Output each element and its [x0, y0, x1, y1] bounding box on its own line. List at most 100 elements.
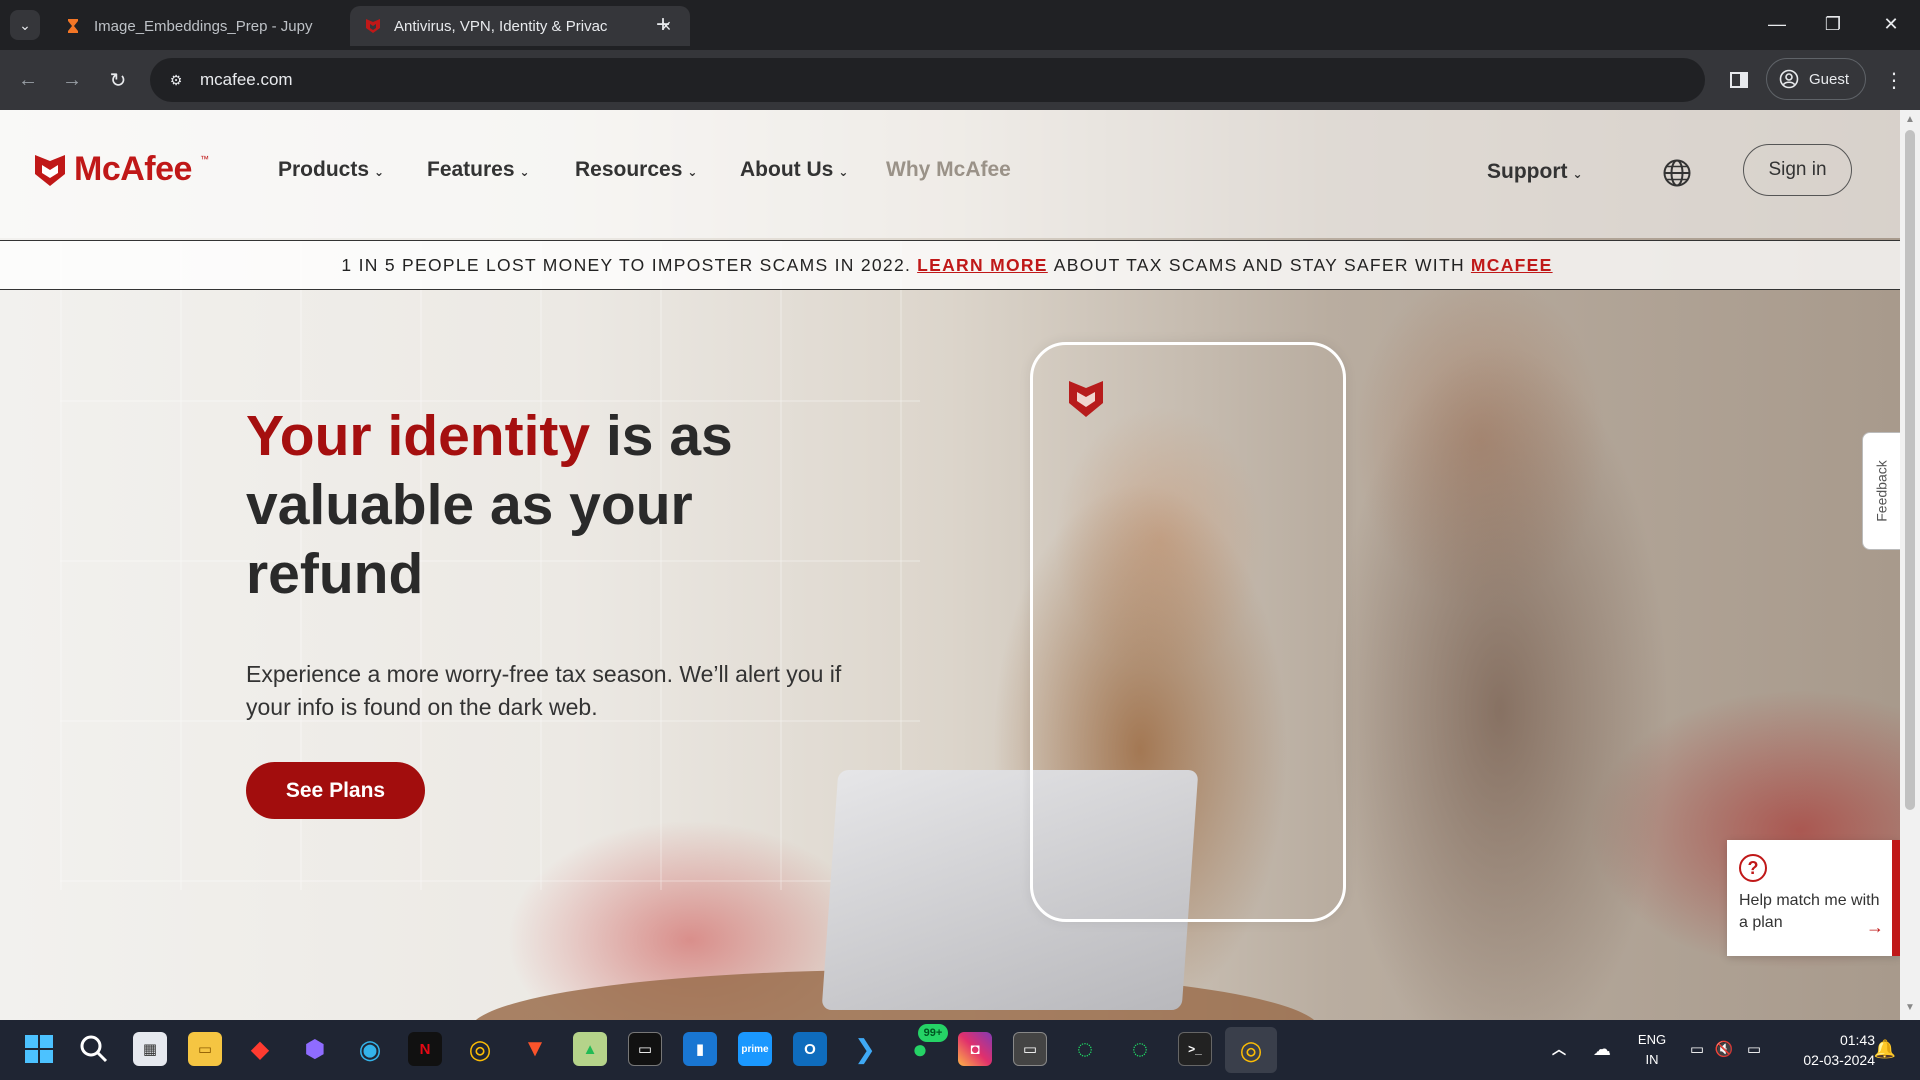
brave-icon[interactable]: ▼: [518, 1032, 552, 1066]
date-text: 02-03-2024: [1803, 1052, 1875, 1068]
clock[interactable]: 01:43 02-03-2024: [1785, 1030, 1875, 1070]
see-plans-button[interactable]: See Plans: [246, 762, 425, 819]
tab-title: Antivirus, VPN, Identity & Privac: [394, 17, 608, 35]
outlook-icon[interactable]: O: [793, 1032, 827, 1066]
cloud-icon[interactable]: ☁: [1585, 1032, 1619, 1066]
nav-features[interactable]: Features ⌄: [427, 158, 530, 182]
nav-label: About Us: [740, 158, 834, 181]
spinner-app-icon[interactable]: ◌: [1068, 1032, 1102, 1066]
nav-label: Resources: [575, 158, 683, 181]
windows-start-icon[interactable]: [22, 1032, 56, 1066]
nav-about-us[interactable]: About Us ⌄: [740, 158, 848, 182]
vscode-icon[interactable]: ❯: [848, 1032, 882, 1066]
restore-button[interactable]: ❐: [1808, 8, 1858, 40]
banner-text: 1 IN 5 PEOPLE LOST MONEY TO IMPOSTER SCA…: [341, 254, 912, 275]
tab-jupyter[interactable]: Image_Embeddings_Prep - Jupy ×: [50, 6, 390, 46]
promo-banner: 1 IN 5 PEOPLE LOST MONEY TO IMPOSTER SCA…: [0, 240, 1900, 290]
forward-button[interactable]: →: [58, 66, 86, 94]
nav-label: Support: [1487, 160, 1568, 183]
image-app-icon[interactable]: ▲: [573, 1032, 607, 1066]
search-icon[interactable]: [77, 1032, 111, 1066]
chevron-up-icon[interactable]: ︿: [1545, 1032, 1573, 1066]
scroll-up-icon[interactable]: ▲: [1904, 114, 1916, 126]
chevron-down-icon: ⌄: [1572, 166, 1583, 181]
windows-taskbar: ▦ ▭ ◆ ⬢ ◉ N ◎ ▼ ▲ ▭ ▮ prime O ❯ ● 99+ ◘ …: [0, 1020, 1920, 1080]
address-bar[interactable]: ⚙ mcafee.com: [150, 58, 1705, 102]
nav-products[interactable]: Products ⌄: [278, 158, 384, 182]
nav-support[interactable]: Support ⌄: [1487, 160, 1583, 184]
page-scrollbar[interactable]: ▲ ▼: [1900, 110, 1920, 1020]
instagram-icon[interactable]: ◘: [958, 1032, 992, 1066]
back-button[interactable]: ←: [14, 66, 42, 94]
sign-in-button[interactable]: Sign in: [1743, 144, 1852, 196]
mcafee-logo[interactable]: McAfee ™: [34, 150, 209, 189]
banner-text: ABOUT TAX SCAMS AND STAY SAFER WITH: [1053, 254, 1465, 275]
app-icon[interactable]: ▮: [683, 1032, 717, 1066]
window-app-icon[interactable]: ▭: [1013, 1032, 1047, 1066]
file-explorer-icon[interactable]: ▭: [188, 1032, 222, 1066]
browser-menu-icon[interactable]: ⋮: [1880, 66, 1908, 94]
feedback-tab[interactable]: Feedback: [1862, 432, 1900, 550]
logo-wordmark: McAfee: [74, 150, 192, 188]
chevron-down-icon: ⌄: [374, 164, 385, 179]
chevron-down-icon: ⌄: [519, 164, 530, 179]
notification-bell-icon[interactable]: 🔔: [1870, 1032, 1900, 1066]
mcafee-shield-icon: [1069, 381, 1103, 417]
help-icon: ?: [1739, 854, 1767, 882]
netflix-icon[interactable]: N: [408, 1032, 442, 1066]
profile-icon: [1779, 69, 1799, 89]
scroll-down-icon[interactable]: ▼: [1904, 1002, 1916, 1014]
mcafee-shield-icon: [35, 154, 65, 186]
page-viewport: McAfee ™ Products ⌄ Features ⌄ Resources ⌄ …: [0, 110, 1900, 1020]
network-icon[interactable]: ▭: [1684, 1032, 1710, 1066]
chrome-icon[interactable]: ◎: [463, 1032, 497, 1066]
hero-subtitle: Experience a more worry-free tax season.…: [246, 661, 842, 720]
whatsapp-badge: 99+: [918, 1024, 948, 1042]
powershell-icon[interactable]: >_: [1178, 1032, 1212, 1066]
nav-label: Features: [427, 158, 515, 181]
tab-title: Image_Embeddings_Prep - Jupy: [94, 17, 313, 35]
tab-search-button[interactable]: ⌄: [10, 10, 40, 40]
nav-why-mcafee[interactable]: Why McAfee: [886, 158, 1011, 182]
chevron-down-icon: ⌄: [838, 164, 849, 179]
site-settings-icon[interactable]: ⚙: [164, 68, 188, 92]
hero-title-accent: Your identity: [246, 404, 591, 468]
microsoft-store-icon[interactable]: ▦: [133, 1032, 167, 1066]
globe-icon[interactable]: [1662, 158, 1692, 188]
language-indicator[interactable]: ENG IN: [1632, 1030, 1672, 1070]
tab-mcafee[interactable]: Antivirus, VPN, Identity & Privac ×: [350, 6, 690, 46]
profile-label: Guest: [1809, 70, 1850, 88]
help-match-plan-card[interactable]: ? Help match me with a plan →: [1727, 840, 1900, 956]
url-text: mcafee.com: [200, 70, 293, 89]
terminal-icon[interactable]: ▭: [628, 1032, 662, 1066]
browser-tab-bar: ⌄ Image_Embeddings_Prep - Jupy × Antivir…: [0, 0, 1920, 50]
site-header: McAfee ™ Products ⌄ Features ⌄ Resources ⌄ …: [0, 110, 1900, 238]
battery-icon[interactable]: ▭: [1740, 1032, 1768, 1066]
hourglass-icon: [68, 19, 78, 33]
minimize-button[interactable]: —: [1752, 8, 1802, 40]
edge-icon[interactable]: ◉: [353, 1032, 387, 1066]
volume-muted-icon[interactable]: 🔇: [1712, 1032, 1736, 1066]
hero-title: Your identity is as valuable as your ref…: [246, 402, 806, 609]
reload-button[interactable]: ↻: [104, 66, 132, 94]
chrome-active-icon[interactable]: ◎: [1225, 1027, 1277, 1073]
spinner-app-icon-2[interactable]: ◌: [1123, 1032, 1157, 1066]
arrow-right-icon: →: [1866, 917, 1884, 937]
time-text: 01:43: [1839, 1032, 1875, 1048]
nav-resources[interactable]: Resources ⌄: [575, 158, 697, 182]
learn-more-link[interactable]: LEARN MORE: [917, 255, 1048, 276]
nav-label: Why McAfee: [886, 158, 1011, 181]
mcafee-link[interactable]: MCAFEE: [1471, 255, 1553, 276]
close-window-button[interactable]: ✕: [1866, 8, 1916, 40]
scroll-thumb[interactable]: [1905, 130, 1915, 810]
side-panel-icon[interactable]: [1725, 66, 1753, 94]
copilot-icon[interactable]: ⬢: [298, 1032, 332, 1066]
phone-frame-decor: [1030, 342, 1346, 922]
profile-button[interactable]: Guest: [1766, 58, 1866, 100]
prime-video-icon[interactable]: prime: [738, 1032, 772, 1066]
region-code: IN: [1645, 1052, 1659, 1067]
new-tab-button[interactable]: +: [648, 10, 678, 40]
mcafee-shield-icon: [366, 19, 380, 33]
red-app-icon[interactable]: ◆: [243, 1032, 277, 1066]
logo-trademark: ™: [199, 154, 209, 164]
